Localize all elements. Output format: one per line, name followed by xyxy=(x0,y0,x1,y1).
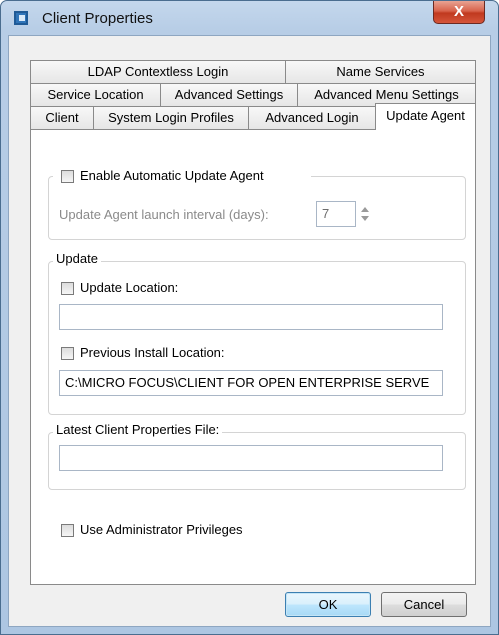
window-title: Client Properties xyxy=(42,10,153,27)
dialog-body: LDAP Contextless Login Name Services Ser… xyxy=(8,35,491,627)
tab-ldap-contextless-login[interactable]: LDAP Contextless Login xyxy=(30,60,286,83)
interval-input[interactable]: 7 xyxy=(316,201,356,227)
enable-update-agent-label[interactable]: Enable Automatic Update Agent xyxy=(80,168,264,183)
enable-update-agent-checkbox[interactable] xyxy=(61,170,74,183)
ok-button[interactable]: OK xyxy=(285,592,371,617)
tab-system-login-profiles[interactable]: System Login Profiles xyxy=(93,106,249,129)
app-icon xyxy=(14,11,28,25)
latest-properties-label: Latest Client Properties File: xyxy=(53,422,223,437)
previous-install-label[interactable]: Previous Install Location: xyxy=(80,345,225,360)
update-agent-panel: Enable Automatic Update Agent Update Age… xyxy=(30,129,476,585)
update-location-input[interactable] xyxy=(59,304,443,330)
previous-install-input[interactable]: C:\MICRO FOCUS\CLIENT FOR OPEN ENTERPRIS… xyxy=(59,370,443,396)
close-button[interactable]: X xyxy=(433,1,485,24)
client-properties-window: Client Properties X LDAP Contextless Log… xyxy=(0,0,499,635)
interval-spinner[interactable] xyxy=(361,201,370,227)
interval-label: Update Agent launch interval (days): xyxy=(59,207,269,222)
previous-install-checkbox[interactable] xyxy=(61,347,74,360)
spin-up-arrow-icon[interactable] xyxy=(361,207,369,212)
update-location-checkbox[interactable] xyxy=(61,282,74,295)
tab-service-location[interactable]: Service Location xyxy=(30,83,161,106)
tab-update-agent[interactable]: Update Agent xyxy=(375,103,476,130)
update-group-label: Update xyxy=(53,251,101,266)
tab-advanced-settings[interactable]: Advanced Settings xyxy=(160,83,298,106)
tab-name-services[interactable]: Name Services xyxy=(285,60,476,83)
tab-client[interactable]: Client xyxy=(30,106,94,129)
cancel-button[interactable]: Cancel xyxy=(381,592,467,617)
admin-privileges-checkbox[interactable] xyxy=(61,524,74,537)
title-bar[interactable]: Client Properties X xyxy=(1,1,498,37)
tab-advanced-login[interactable]: Advanced Login xyxy=(248,106,376,129)
latest-properties-input[interactable] xyxy=(59,445,443,471)
update-location-label[interactable]: Update Location: xyxy=(80,280,178,295)
spin-down-arrow-icon[interactable] xyxy=(361,216,369,221)
admin-privileges-label[interactable]: Use Administrator Privileges xyxy=(80,522,243,537)
